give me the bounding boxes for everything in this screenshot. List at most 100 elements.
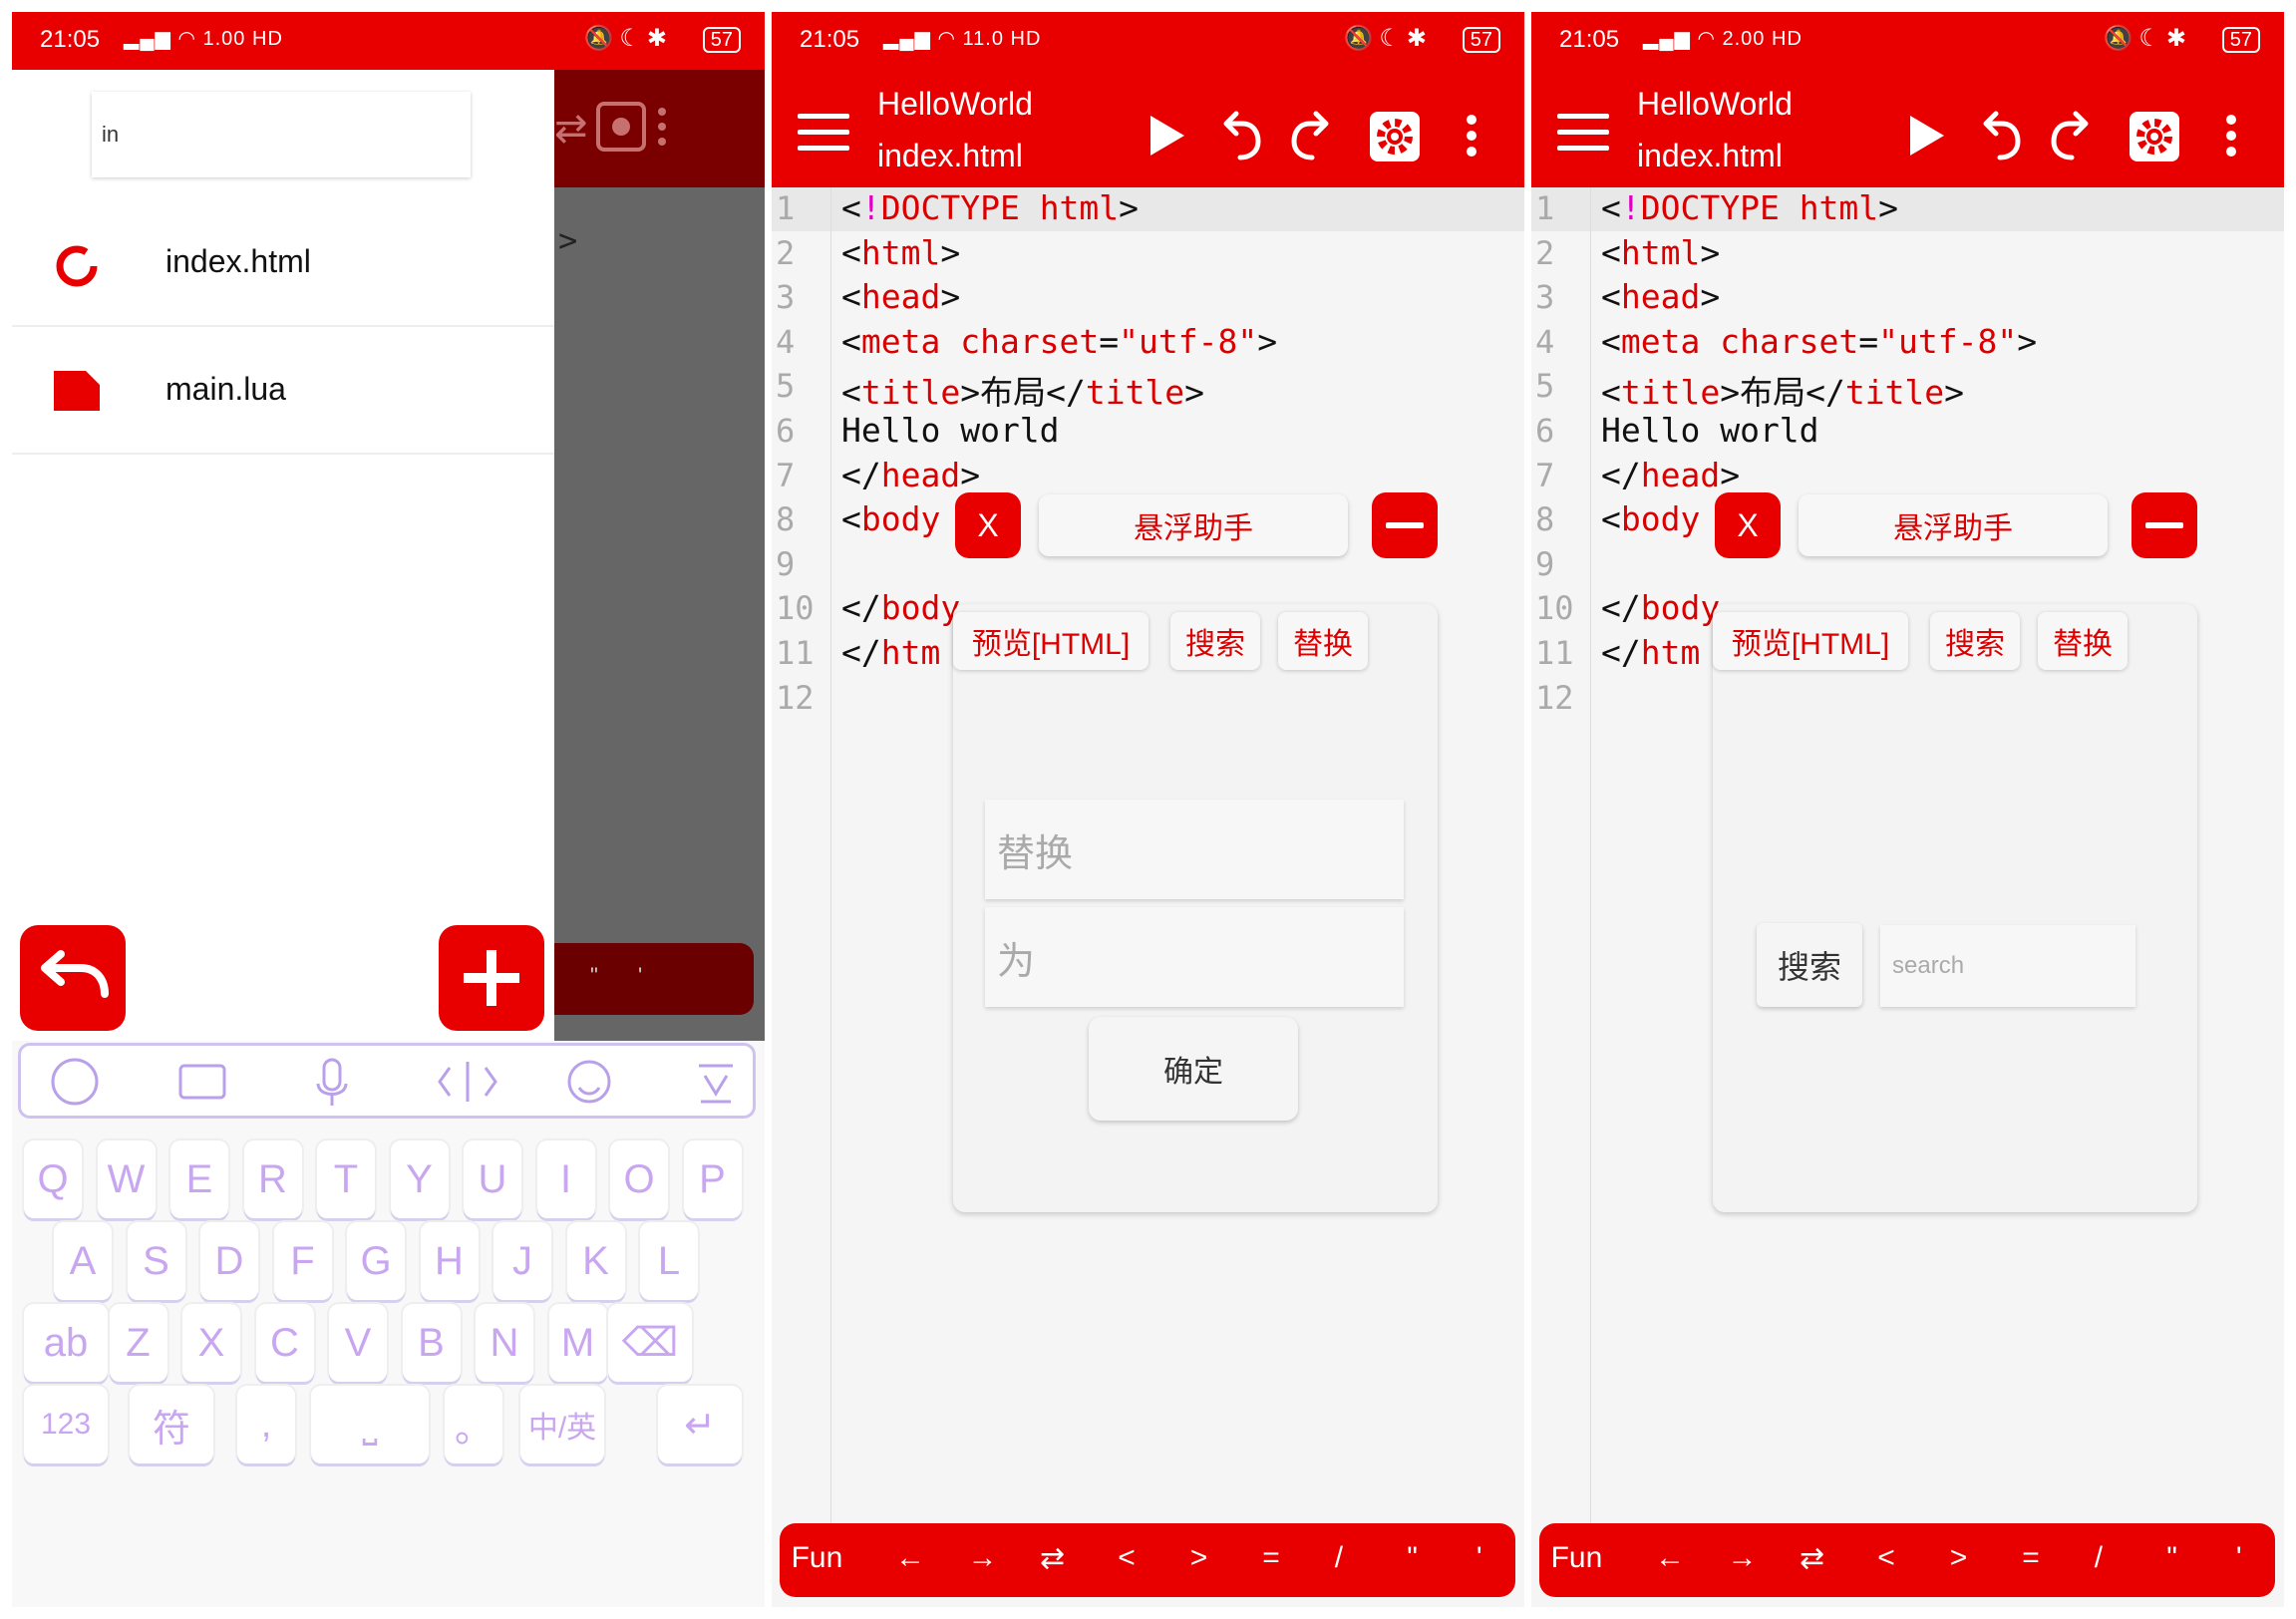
symbol-key[interactable]: / [1335, 1541, 1343, 1575]
key-x[interactable]: X [182, 1304, 240, 1382]
status-bar: 21:05 ▂▄▆ ◠ 2.00 HD 🔕☾✱ 57 [1531, 12, 2284, 70]
tab-preview-html[interactable]: 预览[HTML] [1713, 612, 1908, 670]
key-p[interactable]: P [683, 1140, 742, 1218]
code-token: > [940, 277, 961, 317]
key-h[interactable]: H [420, 1222, 479, 1300]
tab-search[interactable]: 搜索 [1930, 612, 2020, 670]
minimize-assistant-button[interactable] [2132, 492, 2197, 558]
redo-button[interactable] [1288, 110, 1340, 162]
symbol-key[interactable]: ← [1655, 1541, 1685, 1575]
key-w[interactable]: W [97, 1140, 156, 1218]
key-k[interactable]: K [566, 1222, 625, 1300]
symbol-key[interactable]: = [2022, 1541, 2040, 1575]
settings-button[interactable] [2130, 112, 2179, 162]
fun-button[interactable]: Fun [792, 1541, 843, 1575]
back-button[interactable] [20, 925, 126, 1031]
symbol-key[interactable]: < [1118, 1541, 1136, 1575]
code-line: <title>布局</title> [841, 366, 1204, 414]
replace-with-input[interactable]: 为 [985, 907, 1404, 1007]
key-enter[interactable]: ↵ [658, 1386, 742, 1463]
symbol-key[interactable]: → [968, 1541, 998, 1575]
key-comma[interactable]: , [237, 1386, 295, 1463]
key-m[interactable]: M [548, 1304, 607, 1382]
symbol-key[interactable]: ⇄ [1800, 1541, 1824, 1576]
add-file-button[interactable] [439, 925, 544, 1031]
overflow-menu-button[interactable] [2205, 110, 2257, 162]
key-a[interactable]: A [54, 1222, 112, 1300]
key-z[interactable]: Z [109, 1304, 167, 1382]
symbol-key[interactable]: < [1877, 1541, 1895, 1575]
tab-replace[interactable]: 替换 [1278, 612, 1368, 670]
close-assistant-button[interactable]: X [1715, 492, 1781, 558]
line-number: 2 [776, 233, 796, 272]
confirm-button[interactable]: 确定 [1089, 1017, 1298, 1121]
search-input[interactable]: search [1880, 925, 2135, 1007]
undo-button[interactable] [1212, 110, 1264, 162]
tab-replace[interactable]: 替换 [2038, 612, 2128, 670]
key-d[interactable]: D [200, 1222, 258, 1300]
assistant-title[interactable]: 悬浮助手 [1039, 494, 1348, 556]
menu-icon[interactable] [798, 114, 849, 152]
symbol-key[interactable]: → [1728, 1541, 1758, 1575]
key-g[interactable]: G [347, 1222, 405, 1300]
code-token: head [880, 455, 961, 494]
key-t[interactable]: T [317, 1140, 375, 1218]
symbol-key[interactable]: > [1190, 1541, 1208, 1575]
file-item-main-lua[interactable]: main.lua [12, 327, 554, 455]
symbol-key[interactable]: ' [2236, 1541, 2242, 1575]
symbol-key[interactable]: / [2095, 1541, 2103, 1575]
run-button[interactable] [1900, 110, 1952, 162]
key-e[interactable]: E [170, 1140, 228, 1218]
gear-icon [2136, 119, 2172, 155]
key-j[interactable]: J [493, 1222, 551, 1300]
key-u[interactable]: U [464, 1140, 521, 1218]
symbol-key[interactable]: ' [1476, 1541, 1482, 1575]
symbol-key[interactable]: " [1407, 1541, 1418, 1575]
key-s[interactable]: S [127, 1222, 185, 1300]
menu-icon[interactable] [1557, 114, 1609, 152]
key-o[interactable]: O [610, 1140, 668, 1218]
line-gutter: 1 2 3 4 5 6 7 8 9 10 11 12 [772, 187, 831, 1533]
key-n[interactable]: N [476, 1304, 533, 1382]
code-token: > [2017, 321, 2038, 361]
symbol-key[interactable]: > [1950, 1541, 1968, 1575]
overflow-menu-button[interactable] [1446, 110, 1497, 162]
replace-input[interactable]: 替换 [985, 800, 1404, 899]
key-space[interactable]: ⎵ [311, 1386, 429, 1463]
tab-preview-html[interactable]: 预览[HTML] [953, 612, 1148, 670]
tab-search[interactable]: 搜索 [1170, 612, 1260, 670]
key-i[interactable]: I [536, 1140, 595, 1218]
symbol-key[interactable]: " [2166, 1541, 2177, 1575]
key-y[interactable]: Y [390, 1140, 449, 1218]
key-ab[interactable]: ab [24, 1304, 108, 1382]
key-l[interactable]: L [640, 1222, 698, 1300]
key-symbols[interactable]: 符 [130, 1386, 213, 1463]
key-f[interactable]: F [273, 1222, 332, 1300]
dim-overlay[interactable]: ⇄ > " ' [554, 70, 765, 1057]
search-button[interactable]: 搜索 [1757, 923, 1862, 1007]
key-v[interactable]: V [329, 1304, 387, 1382]
undo-button[interactable] [1972, 110, 2024, 162]
key-c[interactable]: C [255, 1304, 314, 1382]
key-r[interactable]: R [243, 1140, 302, 1218]
settings-button[interactable] [1370, 112, 1420, 162]
key-period[interactable]: 。 [445, 1386, 502, 1463]
key-lang-switch[interactable]: 中/英 [520, 1386, 604, 1463]
dimmed-apostrophe: ' [638, 963, 643, 988]
key-b[interactable]: B [402, 1304, 461, 1382]
battery-indicator: 57 [702, 27, 741, 53]
minimize-assistant-button[interactable] [1372, 492, 1438, 558]
key-123[interactable]: 123 [24, 1386, 108, 1463]
redo-button[interactable] [2048, 110, 2100, 162]
symbol-key[interactable]: = [1262, 1541, 1280, 1575]
fun-button[interactable]: Fun [1551, 1541, 1603, 1575]
symbol-key[interactable]: ← [895, 1541, 925, 1575]
symbol-key[interactable]: ⇄ [1040, 1541, 1065, 1576]
close-assistant-button[interactable]: X [955, 492, 1021, 558]
assistant-title[interactable]: 悬浮助手 [1799, 494, 2108, 556]
key-backspace[interactable]: ⌫ [608, 1304, 692, 1382]
file-search-input[interactable]: in [92, 92, 471, 177]
file-item-index-html[interactable]: index.html [12, 199, 554, 327]
key-q[interactable]: Q [24, 1140, 82, 1218]
run-button[interactable] [1141, 110, 1192, 162]
